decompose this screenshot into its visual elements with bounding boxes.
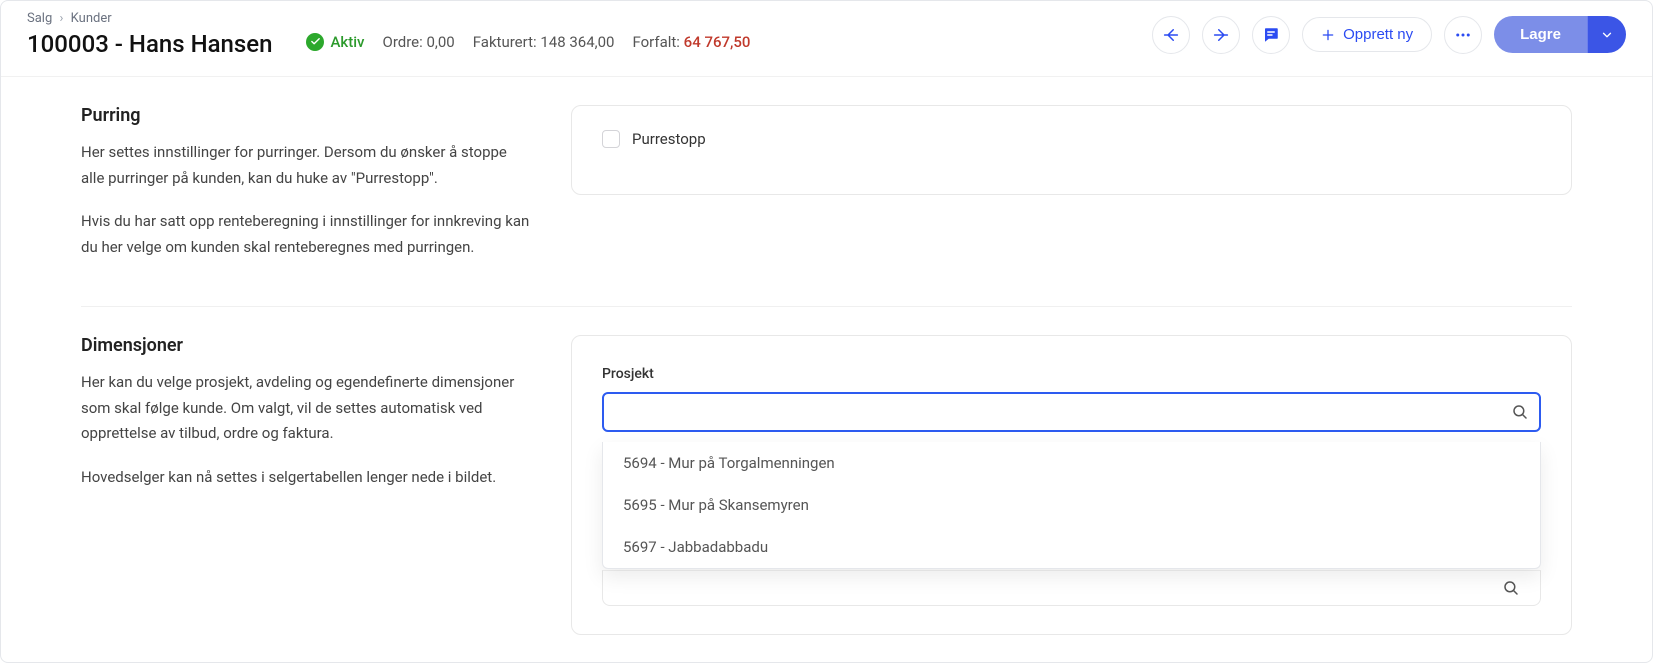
section-title-purring: Purring: [81, 105, 531, 126]
status-badge: Aktiv: [306, 33, 364, 51]
search-icon: [1511, 403, 1529, 421]
section-desc-purring-2: Hvis du har satt opp renteberegning i in…: [81, 209, 531, 260]
prosjekt-dropdown: 5694 - Mur på Torgalmenningen 5695 - Mur…: [602, 442, 1541, 569]
meta-forfalt-label: Forfalt:: [632, 33, 679, 51]
nav-forward-button[interactable]: [1202, 16, 1240, 54]
save-dropdown-button[interactable]: [1587, 16, 1626, 53]
chevron-down-icon: [1600, 28, 1614, 42]
prosjekt-label: Prosjekt: [602, 366, 1541, 382]
section-desc-dimensjoner-2: Hovedselger kan nå settes i selgertabell…: [81, 465, 531, 491]
breadcrumb-child[interactable]: Kunder: [71, 11, 112, 26]
prosjekt-option[interactable]: 5697 - Jabbadabbadu: [603, 526, 1540, 568]
search-icon[interactable]: [1502, 579, 1520, 597]
create-new-label: Opprett ny: [1343, 26, 1413, 43]
prosjekt-option[interactable]: 5695 - Mur på Skansemyren: [603, 484, 1540, 526]
purrestopp-checkbox-row[interactable]: Purrestopp: [602, 130, 1541, 148]
plus-icon: [1321, 28, 1335, 42]
breadcrumb-parent[interactable]: Salg: [27, 11, 52, 26]
secondary-search-row: [602, 570, 1541, 606]
arrow-right-icon: [1212, 26, 1230, 44]
meta-forfalt-value: 64 767,50: [684, 33, 751, 51]
meta-ordre-label: Ordre:: [383, 33, 423, 51]
more-horizontal-icon: [1454, 26, 1472, 44]
save-button-group: Lagre: [1494, 16, 1626, 53]
check-circle-icon: [306, 33, 324, 51]
status-label: Aktiv: [330, 33, 364, 51]
section-purring: Purring Her settes innstillinger for pur…: [81, 77, 1572, 307]
meta-forfalt: Forfalt: 64 767,50: [632, 33, 750, 51]
section-title-dimensjoner: Dimensjoner: [81, 335, 531, 356]
chat-button[interactable]: [1252, 16, 1290, 54]
breadcrumb-separator: ›: [60, 11, 64, 26]
card-purring: Purrestopp: [571, 105, 1572, 195]
page-title: 100003 - Hans Hansen: [27, 30, 272, 58]
create-new-button[interactable]: Opprett ny: [1302, 17, 1432, 52]
save-button[interactable]: Lagre: [1494, 16, 1587, 53]
prosjekt-search-wrap: [602, 392, 1541, 432]
section-desc-purring-1: Her settes innstillinger for purringer. …: [81, 140, 531, 191]
purrestopp-label: Purrestopp: [632, 130, 706, 148]
more-button[interactable]: [1444, 16, 1482, 54]
prosjekt-option[interactable]: 5694 - Mur på Torgalmenningen: [603, 442, 1540, 484]
chat-icon: [1262, 26, 1280, 44]
breadcrumb: Salg › Kunder: [27, 11, 272, 26]
meta-ordre: Ordre: 0,00: [383, 33, 455, 51]
section-desc-dimensjoner-1: Her kan du velge prosjekt, avdeling og e…: [81, 370, 531, 447]
arrow-left-icon: [1162, 26, 1180, 44]
meta-fakturert-value: 148 364,00: [540, 33, 614, 51]
meta-ordre-value: 0,00: [427, 33, 455, 51]
section-dimensjoner: Dimensjoner Her kan du velge prosjekt, a…: [81, 307, 1572, 662]
meta-fakturert-label: Fakturert:: [473, 33, 537, 51]
nav-back-button[interactable]: [1152, 16, 1190, 54]
prosjekt-search-input[interactable]: [602, 392, 1541, 432]
meta-fakturert: Fakturert: 148 364,00: [473, 33, 615, 51]
header: Salg › Kunder 100003 - Hans Hansen Aktiv…: [1, 1, 1652, 77]
purrestopp-checkbox[interactable]: [602, 130, 620, 148]
card-dimensjoner: Prosjekt 5694 - Mur på Torgalmenningen 5…: [571, 335, 1572, 635]
